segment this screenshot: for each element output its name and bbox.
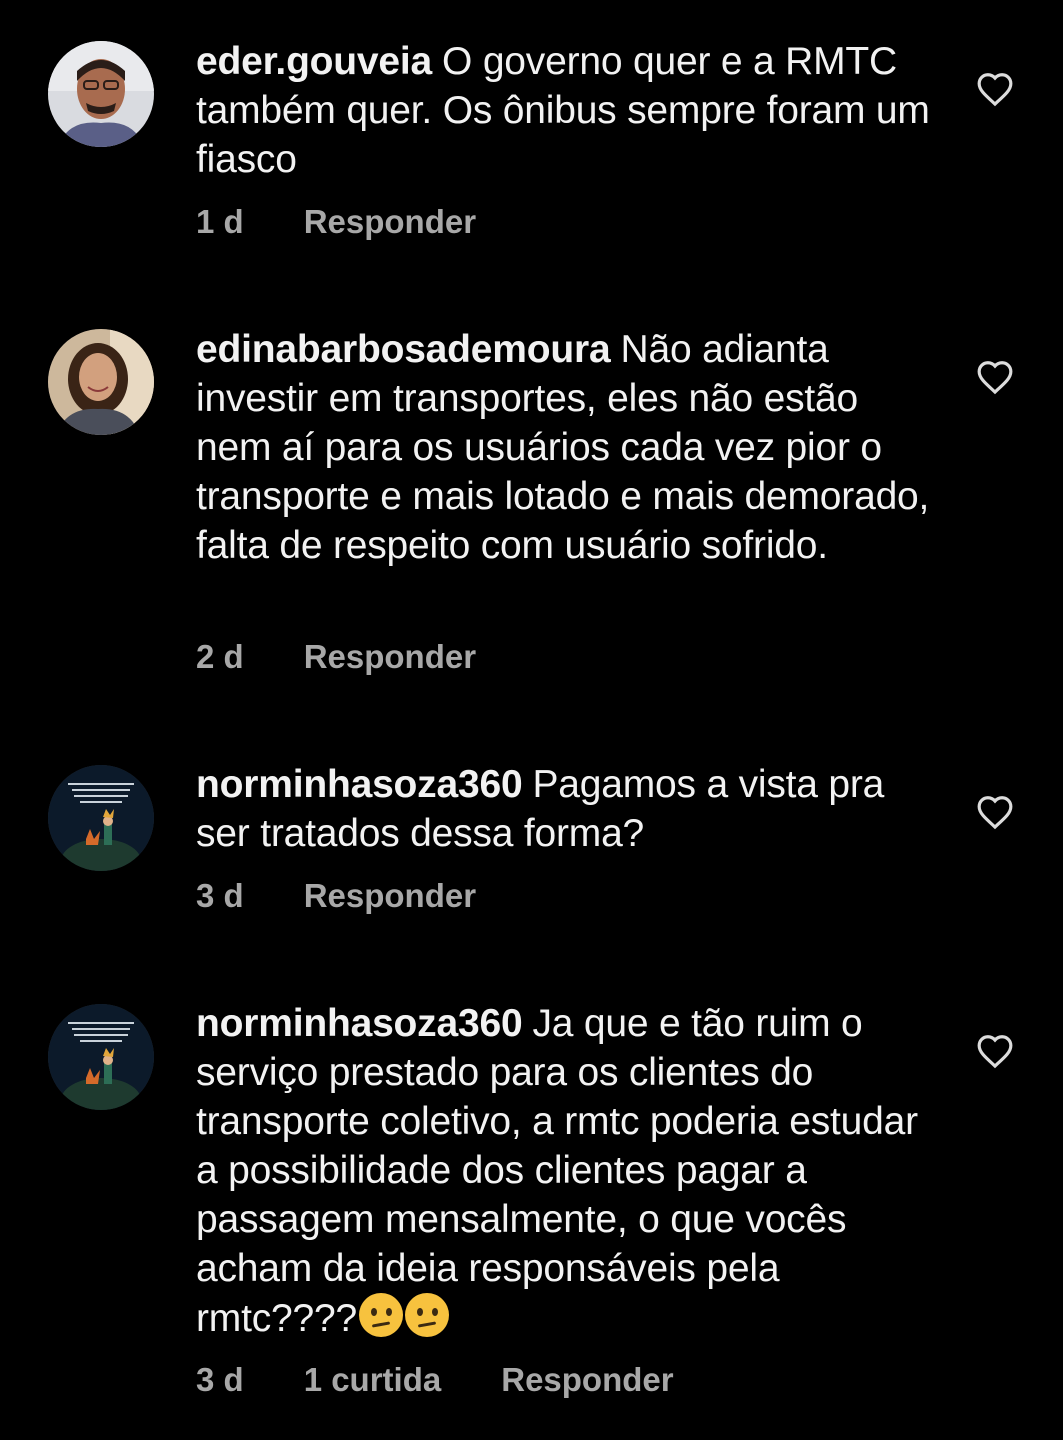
reply-button[interactable]: Responder [304,203,476,241]
comment-time: 2 d [196,638,244,675]
raised-eyebrow-emoji [358,1293,403,1337]
avatar[interactable] [48,329,154,435]
avatar[interactable] [48,1004,154,1110]
comment-meta: 1 d Responder [196,203,536,241]
comment-username[interactable]: norminhasoza360 [196,1002,523,1045]
comment-time: 3 d [196,1361,244,1398]
heart-outline-icon[interactable] [976,1033,1014,1069]
comment-meta: 3 d Responder [196,877,536,915]
heart-outline-icon[interactable] [976,71,1014,107]
heart-outline-icon[interactable] [976,359,1014,395]
comment-text: norminhasoza360 Ja que e tão ruim o servi… [196,999,936,1343]
comment-body: Ja que e tão ruim o serviço prestado par… [196,1002,918,1340]
comment-username[interactable]: norminhasoza360 [196,763,523,806]
heart-outline-icon[interactable] [976,794,1014,830]
reply-button[interactable]: Responder [501,1361,673,1399]
raised-eyebrow-emoji [404,1293,449,1337]
comment-meta: 2 d Responder [196,638,536,676]
comment-username[interactable]: edinabarbosademoura [196,328,611,371]
comment-username[interactable]: eder.gouveia [196,40,432,83]
comment-time: 3 d [196,877,244,914]
reply-button[interactable]: Responder [304,638,476,676]
comment-text: norminhasoza360 Pagamos a vista pra ser t… [196,760,936,858]
comment-meta: 3 d 1 curtida Responder [196,1361,734,1399]
comment-time: 1 d [196,203,244,240]
reply-button[interactable]: Responder [304,877,476,915]
comment-text: edinabarbosademoura Não adianta investir … [196,325,936,570]
comment-text: eder.gouveia O governo quer e a RMTC tamb… [196,37,936,184]
avatar[interactable] [48,41,154,147]
like-count[interactable]: 1 curtida [304,1361,442,1399]
avatar[interactable] [48,765,154,871]
